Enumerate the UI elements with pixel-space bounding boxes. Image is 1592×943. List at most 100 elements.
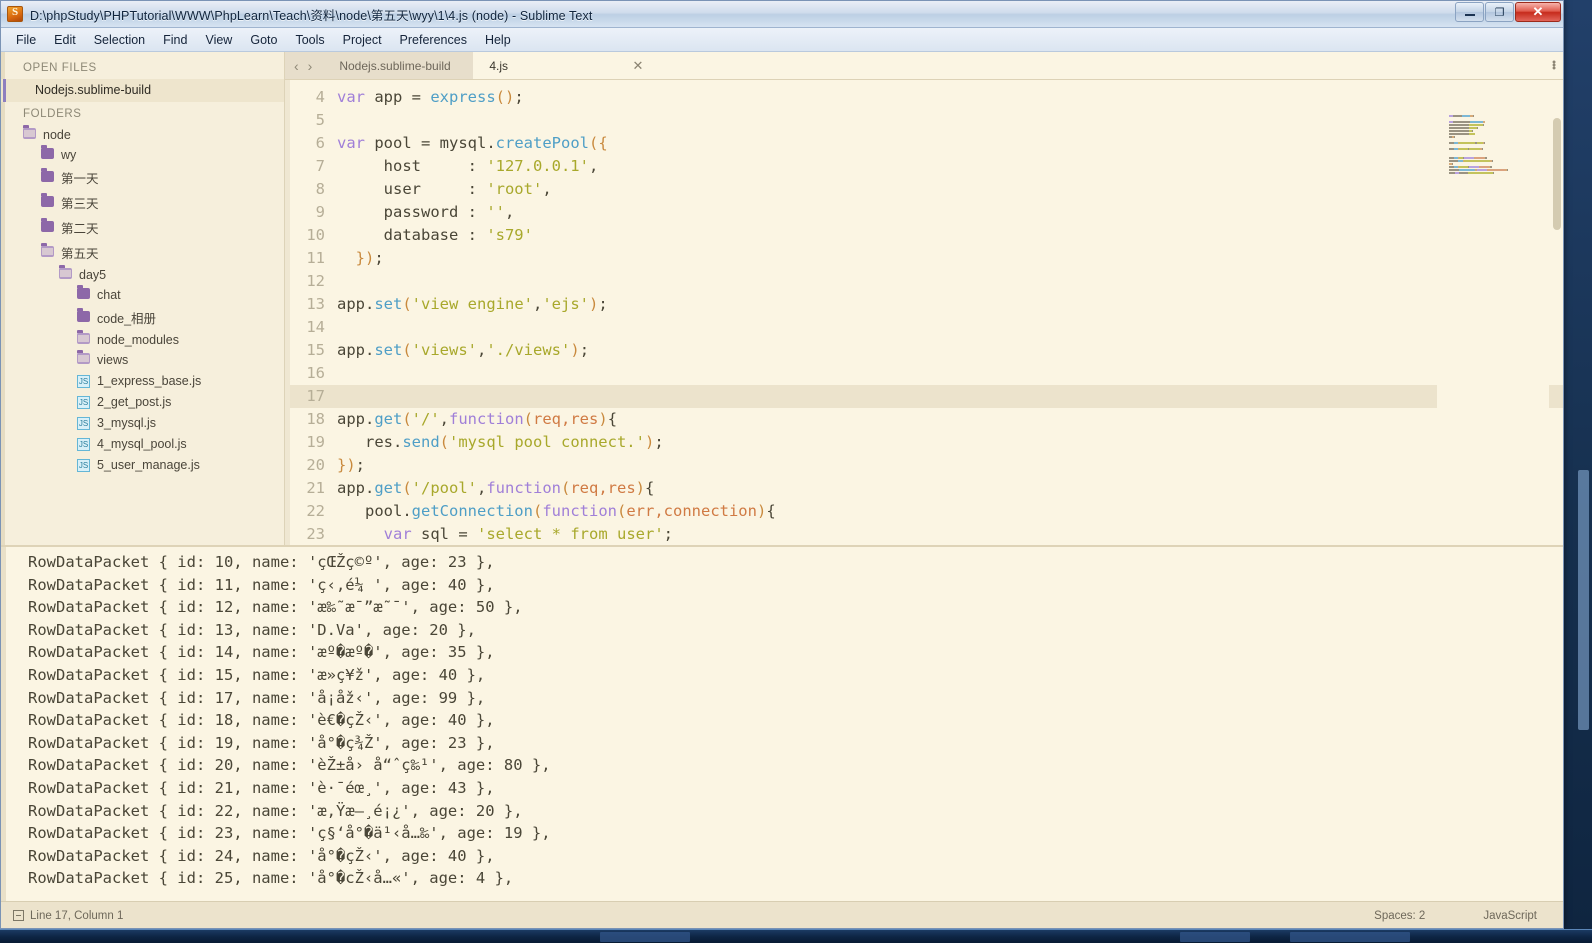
tree-item-label: views: [97, 353, 129, 367]
menu-project[interactable]: Project: [334, 30, 391, 50]
code-token: ;: [663, 525, 673, 543]
close-icon: ✕: [1532, 4, 1544, 19]
minimap-line: [1449, 130, 1549, 132]
code-token: (: [523, 410, 534, 428]
minimap-line: [1449, 127, 1549, 129]
tree-item[interactable]: day5: [1, 265, 284, 285]
kebab-menu-icon[interactable]: • • •: [1552, 57, 1556, 74]
tab-next-icon[interactable]: ›: [308, 58, 313, 74]
indentation-setting[interactable]: Spaces: 2: [1374, 910, 1425, 922]
tree-item[interactable]: JS 4_mysql_pool.js: [1, 433, 284, 454]
editor-vertical-scrollbar[interactable]: [1553, 110, 1561, 543]
syntax-mode[interactable]: JavaScript: [1483, 910, 1537, 922]
tree-item-label: node: [43, 128, 71, 142]
minimap-line: [1449, 142, 1549, 144]
close-button[interactable]: ✕: [1515, 2, 1561, 22]
code-line: 11 });: [285, 247, 1563, 270]
code-area[interactable]: 4 var app = express(); 5 6 var pool = mysql.…: [285, 80, 1563, 545]
code-token: set: [374, 295, 403, 313]
menu-selection[interactable]: Selection: [85, 30, 154, 50]
scrollbar-thumb[interactable]: [1553, 118, 1561, 230]
code-token: ,: [439, 410, 450, 428]
line-number: 19: [306, 433, 325, 451]
tree-item[interactable]: node_modules: [1, 330, 284, 350]
code-token: get: [374, 410, 403, 428]
code-token: {: [645, 479, 655, 497]
tree-item[interactable]: code_相册: [1, 305, 284, 330]
code-line: 15 app.set('views','./views');: [285, 339, 1563, 362]
tree-item[interactable]: JS 5_user_manage.js: [1, 454, 284, 475]
code-line: 5: [285, 109, 1563, 132]
tab-prev-icon[interactable]: ‹: [294, 58, 299, 74]
console-row: RowDataPacket { id: 18, name: 'è€�çŽ‹', …: [28, 711, 495, 730]
tree-item[interactable]: 第三天: [1, 190, 284, 215]
code-token: host :: [337, 157, 487, 175]
minimap-line: [1449, 145, 1549, 147]
line-number: 4: [315, 88, 325, 106]
title-bar: D:\phpStudy\PHPTutorial\WWW\PhpLearn\Tea…: [1, 1, 1563, 28]
code-token: sql: [411, 525, 459, 543]
panel-icon[interactable]: [13, 910, 24, 921]
code-line: 22 pool.getConnection(function(err,conne…: [285, 500, 1563, 523]
tree-item[interactable]: JS 1_express_base.js: [1, 370, 284, 391]
code-token: ;: [654, 433, 664, 451]
minimap-line: [1449, 121, 1549, 123]
tab-nav: ‹ ›: [285, 52, 323, 79]
minimap[interactable]: [1437, 110, 1549, 545]
folder-icon: [41, 217, 54, 235]
tree-item[interactable]: JS 3_mysql.js: [1, 412, 284, 433]
tree-item-label: chat: [97, 288, 121, 302]
build-output-console[interactable]: RowDataPacket { id: 10, name: 'çŒŽç©º', …: [1, 545, 1563, 901]
tree-item[interactable]: 第五天: [1, 240, 284, 265]
line-number: 23: [306, 525, 325, 543]
code-token: {: [607, 410, 618, 428]
tree-item[interactable]: 第二天: [1, 215, 284, 240]
tree-item-label: node_modules: [97, 333, 180, 347]
menu-goto[interactable]: Goto: [241, 30, 286, 50]
menu-bar: File Edit Selection Find View Goto Tools…: [1, 28, 1563, 52]
tree-item[interactable]: chat: [1, 285, 284, 305]
console-row: RowDataPacket { id: 15, name: 'æ»ç¥ž', a…: [28, 665, 486, 684]
code-token: ;: [514, 88, 524, 106]
code-token: (: [616, 502, 627, 520]
gutter-strip: [285, 80, 290, 545]
code-token: './views': [486, 341, 571, 359]
tree-item-label: day5: [79, 268, 107, 282]
code-token: '127.0.0.1': [486, 157, 589, 175]
code-content[interactable]: 4 var app = express(); 5 6 var pool = mysql.…: [285, 80, 1563, 545]
open-file-item[interactable]: Nodejs.sublime-build: [1, 79, 284, 102]
cursor-position[interactable]: Line 17, Column 1: [30, 910, 123, 922]
tree-item-label: 第三天: [61, 197, 99, 211]
code-token: get: [374, 479, 403, 497]
code-token: ;: [598, 295, 608, 313]
tab-nodejs-sublime-build[interactable]: Nodejs.sublime-build: [323, 52, 473, 79]
line-number: 8: [315, 180, 325, 198]
line-number: 17: [306, 387, 325, 405]
tab-4-js[interactable]: 4.js ✕: [473, 52, 654, 79]
maximize-button[interactable]: ❐: [1485, 2, 1514, 22]
tree-item[interactable]: node: [1, 125, 284, 145]
minimize-button[interactable]: [1455, 2, 1484, 22]
folder-open-icon: [77, 330, 90, 347]
js-file-icon: JS: [77, 438, 90, 451]
tree-item[interactable]: JS 2_get_post.js: [1, 391, 284, 412]
code-token: {: [766, 502, 776, 520]
tree-item[interactable]: views: [1, 350, 284, 370]
menu-tools[interactable]: Tools: [286, 30, 333, 50]
line-number: 14: [306, 318, 325, 336]
tree-item[interactable]: 第一天: [1, 165, 284, 190]
menu-help[interactable]: Help: [476, 30, 520, 50]
menu-preferences[interactable]: Preferences: [391, 30, 476, 50]
tree-item[interactable]: wy: [1, 145, 284, 165]
menu-find[interactable]: Find: [154, 30, 196, 50]
menu-file[interactable]: File: [7, 30, 45, 50]
code-line: 13 app.set('view engine','ejs');: [285, 293, 1563, 316]
code-token: }): [355, 249, 375, 267]
taskbar: [0, 929, 1592, 943]
menu-view[interactable]: View: [196, 30, 241, 50]
js-file-icon: JS: [77, 396, 90, 409]
menu-edit[interactable]: Edit: [45, 30, 85, 50]
status-bar: Line 17, Column 1 Spaces: 2 JavaScript: [1, 901, 1563, 928]
tab-close-icon[interactable]: ✕: [632, 58, 643, 74]
